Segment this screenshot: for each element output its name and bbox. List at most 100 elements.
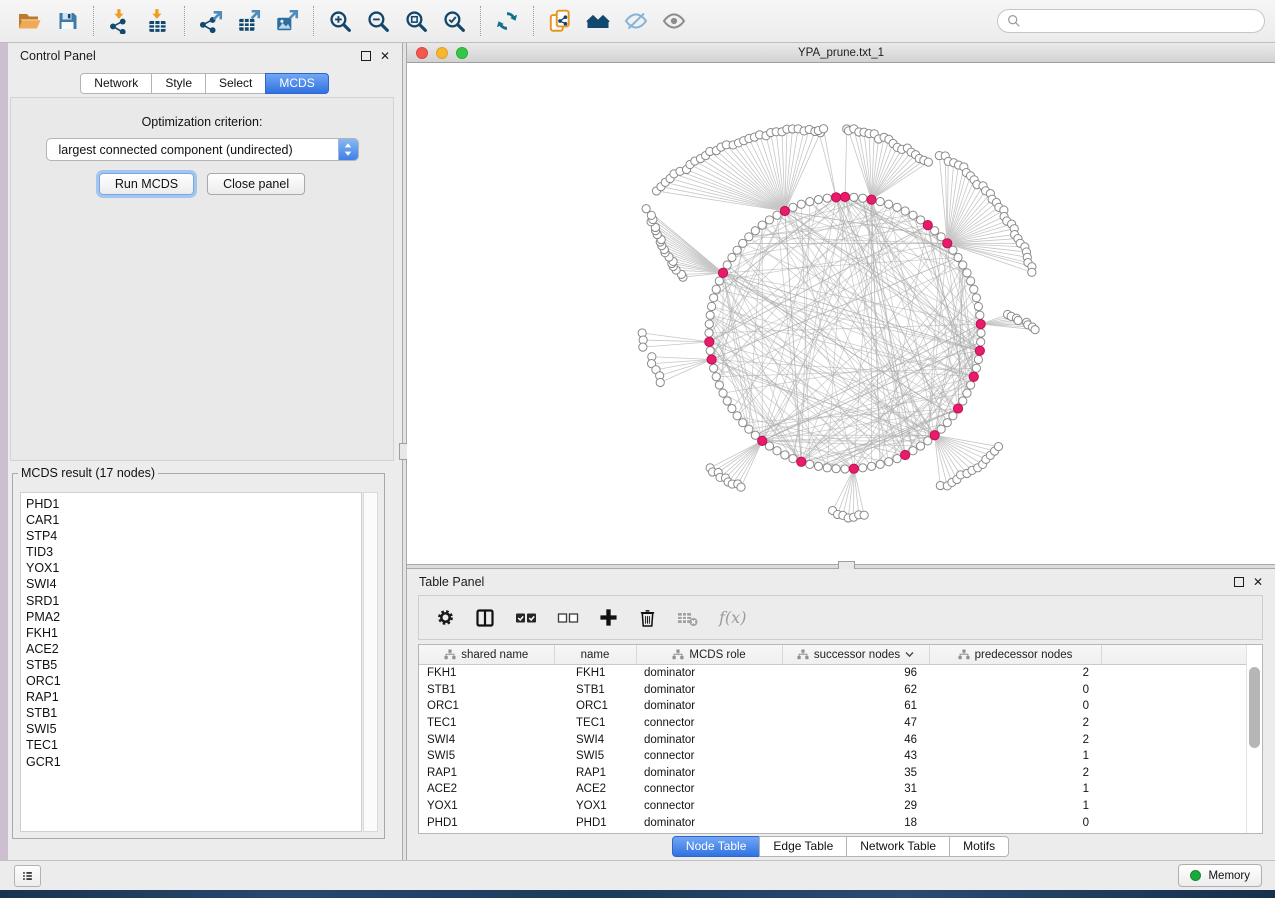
- network-node[interactable]: [901, 207, 909, 215]
- new-network-from-selection-button[interactable]: [541, 4, 579, 38]
- table-scrollbar[interactable]: [1246, 645, 1262, 833]
- mcds-result-item[interactable]: PHD1: [26, 496, 361, 512]
- mcds-result-item[interactable]: YOX1: [26, 560, 361, 576]
- table-row[interactable]: SWI4SWI4dominator462: [419, 731, 1247, 748]
- mcds-network-node[interactable]: [797, 457, 806, 466]
- tab-style[interactable]: Style: [151, 73, 206, 94]
- network-node[interactable]: [916, 442, 924, 450]
- column-header-shared-name[interactable]: shared name: [419, 645, 554, 665]
- network-node[interactable]: [909, 211, 917, 219]
- float-panel-icon[interactable]: [1234, 577, 1244, 587]
- network-node[interactable]: [954, 253, 962, 261]
- network-node[interactable]: [715, 277, 723, 285]
- close-panel-icon[interactable]: ✕: [380, 51, 390, 61]
- network-node[interactable]: [832, 465, 840, 473]
- network-node[interactable]: [706, 347, 714, 355]
- mcds-network-node[interactable]: [705, 337, 714, 346]
- table-row[interactable]: SWI5SWI5connector431: [419, 748, 1247, 765]
- mcds-network-node[interactable]: [707, 355, 716, 364]
- mcds-result-item[interactable]: ORC1: [26, 673, 361, 689]
- network-node[interactable]: [758, 221, 766, 229]
- mcds-network-node[interactable]: [718, 268, 727, 277]
- mcds-network-node[interactable]: [975, 346, 984, 355]
- network-node[interactable]: [710, 364, 718, 372]
- network-node[interactable]: [859, 464, 867, 472]
- column-header-name[interactable]: name: [554, 645, 636, 665]
- mcds-network-node[interactable]: [840, 192, 849, 201]
- network-node[interactable]: [705, 320, 713, 328]
- scrollbar-thumb[interactable]: [1249, 667, 1260, 748]
- network-node[interactable]: [705, 329, 713, 337]
- network-node[interactable]: [737, 483, 745, 491]
- mcds-result-item[interactable]: ACE2: [26, 641, 361, 657]
- network-node[interactable]: [733, 412, 741, 420]
- panel-menu-button[interactable]: [14, 865, 41, 887]
- float-panel-icon[interactable]: [361, 51, 371, 61]
- network-node[interactable]: [712, 285, 720, 293]
- memory-button[interactable]: Memory: [1178, 864, 1262, 887]
- network-node[interactable]: [639, 343, 647, 351]
- network-node[interactable]: [789, 455, 797, 463]
- network-node[interactable]: [745, 425, 753, 433]
- network-node[interactable]: [708, 302, 716, 310]
- network-node[interactable]: [739, 419, 747, 427]
- network-node[interactable]: [1028, 268, 1036, 276]
- network-node[interactable]: [959, 261, 967, 269]
- network-node[interactable]: [967, 277, 975, 285]
- network-node[interactable]: [1014, 316, 1022, 324]
- mcds-result-item[interactable]: STB5: [26, 657, 361, 673]
- network-node[interactable]: [728, 253, 736, 261]
- network-node[interactable]: [876, 198, 884, 206]
- network-node[interactable]: [728, 404, 736, 412]
- network-node[interactable]: [977, 338, 985, 346]
- table-row[interactable]: ACE2ACE2connector311: [419, 781, 1247, 798]
- network-node[interactable]: [642, 205, 650, 213]
- network-node[interactable]: [943, 419, 951, 427]
- first-neighbors-button[interactable]: [579, 4, 617, 38]
- network-node[interactable]: [765, 216, 773, 224]
- table-options-gear-button[interactable]: [436, 608, 455, 627]
- mcds-network-node[interactable]: [930, 431, 939, 440]
- optimization-criterion-select[interactable]: largest connected component (undirected): [46, 138, 359, 161]
- network-node[interactable]: [745, 233, 753, 241]
- mcds-result-scrollbar[interactable]: [363, 492, 378, 832]
- network-node[interactable]: [963, 389, 971, 397]
- network-node[interactable]: [806, 198, 814, 206]
- network-node[interactable]: [974, 355, 982, 363]
- network-node[interactable]: [972, 294, 980, 302]
- export-network-button[interactable]: [192, 4, 230, 38]
- network-node[interactable]: [885, 458, 893, 466]
- column-header-predecessor-nodes[interactable]: predecessor nodes: [929, 645, 1101, 665]
- network-node[interactable]: [797, 200, 805, 208]
- network-node[interactable]: [850, 193, 858, 201]
- select-all-columns-button[interactable]: [515, 611, 537, 625]
- network-graph[interactable]: [407, 63, 1275, 564]
- network-node[interactable]: [972, 364, 980, 372]
- refresh-button[interactable]: [488, 4, 526, 38]
- network-node[interactable]: [924, 158, 932, 166]
- mcds-network-node[interactable]: [969, 372, 978, 381]
- network-node[interactable]: [733, 246, 741, 254]
- zoom-selected-button[interactable]: [435, 4, 473, 38]
- network-node[interactable]: [789, 203, 797, 211]
- mcds-result-item[interactable]: SRD1: [26, 593, 361, 609]
- mcds-network-node[interactable]: [901, 450, 910, 459]
- table-row[interactable]: FKH1FKH1dominator962: [419, 665, 1247, 682]
- window-zoom-icon[interactable]: [456, 47, 468, 59]
- tab-node-table[interactable]: Node Table: [672, 836, 761, 857]
- zoom-fit-button[interactable]: [397, 4, 435, 38]
- network-node[interactable]: [773, 447, 781, 455]
- mcds-network-node[interactable]: [923, 221, 932, 230]
- unselect-all-columns-button[interactable]: [557, 611, 579, 625]
- save-session-button[interactable]: [48, 4, 86, 38]
- tab-motifs[interactable]: Motifs: [949, 836, 1009, 857]
- window-close-icon[interactable]: [416, 47, 428, 59]
- mcds-result-item[interactable]: GCR1: [26, 754, 361, 770]
- mcds-result-item[interactable]: TEC1: [26, 737, 361, 753]
- network-node[interactable]: [773, 211, 781, 219]
- network-node[interactable]: [723, 397, 731, 405]
- table-row[interactable]: ORC1ORC1dominator610: [419, 698, 1247, 715]
- network-node[interactable]: [706, 311, 714, 319]
- network-node[interactable]: [841, 465, 849, 473]
- mcds-result-item[interactable]: FKH1: [26, 625, 361, 641]
